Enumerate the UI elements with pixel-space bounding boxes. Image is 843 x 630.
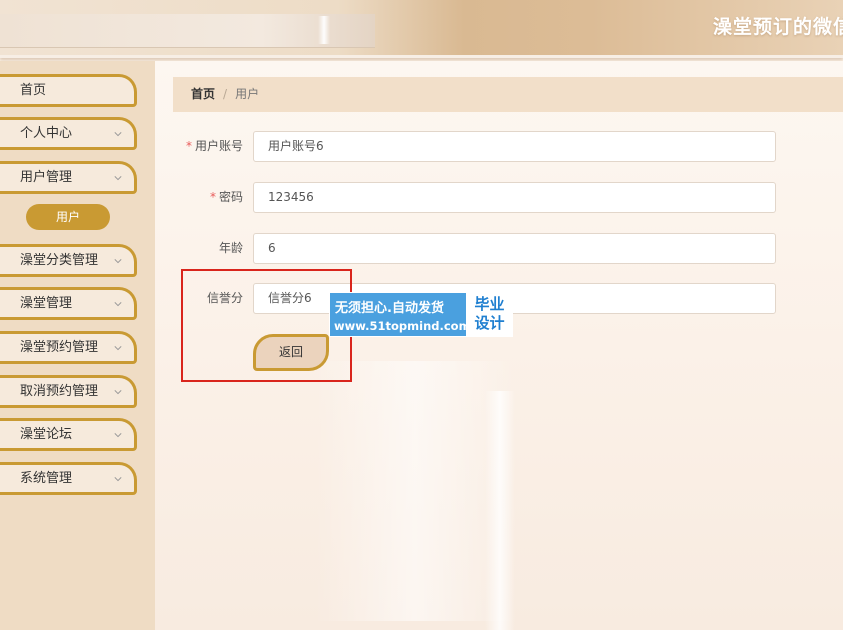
breadcrumb-separator: / <box>223 87 228 101</box>
sidebar-item-cancel-booking[interactable]: 取消预约管理 <box>0 375 137 408</box>
form-label-age: 年龄 <box>153 233 243 263</box>
sidebar-item-bathhouse-category[interactable]: 澡堂分类管理 <box>0 244 137 277</box>
submenu-item-user[interactable]: 用户 <box>26 204 110 230</box>
form-label-text: 年龄 <box>218 241 243 255</box>
form-label-password: * 密码 <box>153 182 243 212</box>
chevron-down-icon <box>114 477 122 482</box>
watermark-box-line2: 设计 <box>474 314 505 332</box>
form-label-text: 密码 <box>218 190 243 204</box>
sidebar-item-home[interactable]: 首页 <box>0 74 137 107</box>
chevron-down-icon <box>114 433 122 438</box>
sidebar-item-label: 取消预约管理 <box>20 384 99 399</box>
sidebar-item-label: 首页 <box>20 83 47 98</box>
top-header: 澡堂预订的微信 <box>0 0 843 58</box>
breadcrumb-home[interactable]: 首页 <box>191 87 215 101</box>
sidebar-item-label: 澡堂论坛 <box>20 427 73 442</box>
sidebar-item-personal-center[interactable]: 个人中心 <box>0 117 137 150</box>
background-decoration <box>485 391 515 630</box>
sidebar-item-label: 系统管理 <box>20 471 73 486</box>
account-field[interactable]: 用户账号6 <box>253 131 776 162</box>
chevron-down-icon <box>114 390 122 395</box>
breadcrumb: 首页 / 用户 <box>173 77 843 112</box>
required-mark: * <box>185 139 192 153</box>
watermark-badge: 无须担心.自动发货 www.51topmind.com 毕业 设计 <box>329 292 513 337</box>
chevron-down-icon <box>114 132 122 137</box>
chevron-down-icon <box>114 302 122 307</box>
sidebar-item-booking-management[interactable]: 澡堂预约管理 <box>0 331 137 364</box>
sidebar-item-user-management[interactable]: 用户管理 <box>0 161 137 194</box>
breadcrumb-current: 用户 <box>235 87 260 101</box>
chevron-down-icon <box>114 259 122 264</box>
required-mark: * <box>209 190 216 204</box>
watermark-box: 毕业 设计 <box>466 293 513 336</box>
app-title: 澡堂预订的微信 <box>713 16 843 38</box>
header-gloss <box>318 16 330 44</box>
sidebar-item-system-management[interactable]: 系统管理 <box>0 462 137 495</box>
app-window: 澡堂预订的微信 首页 个人中心 用户管理 用户 澡堂分类管理 澡堂管理 澡堂预约… <box>0 0 843 630</box>
sidebar-item-label: 澡堂预约管理 <box>20 340 99 355</box>
highlight-annotation-box <box>181 269 352 382</box>
sidebar-item-label: 个人中心 <box>20 126 73 141</box>
age-field[interactable]: 6 <box>253 233 776 264</box>
sidebar-item-label: 澡堂管理 <box>20 296 73 311</box>
sidebar-item-label: 澡堂分类管理 <box>20 253 99 268</box>
form-label-text: 用户账号 <box>194 139 243 153</box>
sidebar-item-forum[interactable]: 澡堂论坛 <box>0 418 137 451</box>
watermark-url: www.51topmind.com <box>334 319 471 333</box>
sidebar-item-bathhouse-management[interactable]: 澡堂管理 <box>0 287 137 320</box>
chevron-down-icon <box>114 346 122 351</box>
watermark-box-line1: 毕业 <box>474 295 505 313</box>
password-field[interactable]: 123456 <box>253 182 776 213</box>
chevron-down-icon <box>114 176 122 181</box>
sidebar-item-label: 用户管理 <box>20 170 73 185</box>
form-label-account: * 用户账号 <box>153 131 243 161</box>
watermark-slogan: 无须担心.自动发货 <box>335 301 444 316</box>
